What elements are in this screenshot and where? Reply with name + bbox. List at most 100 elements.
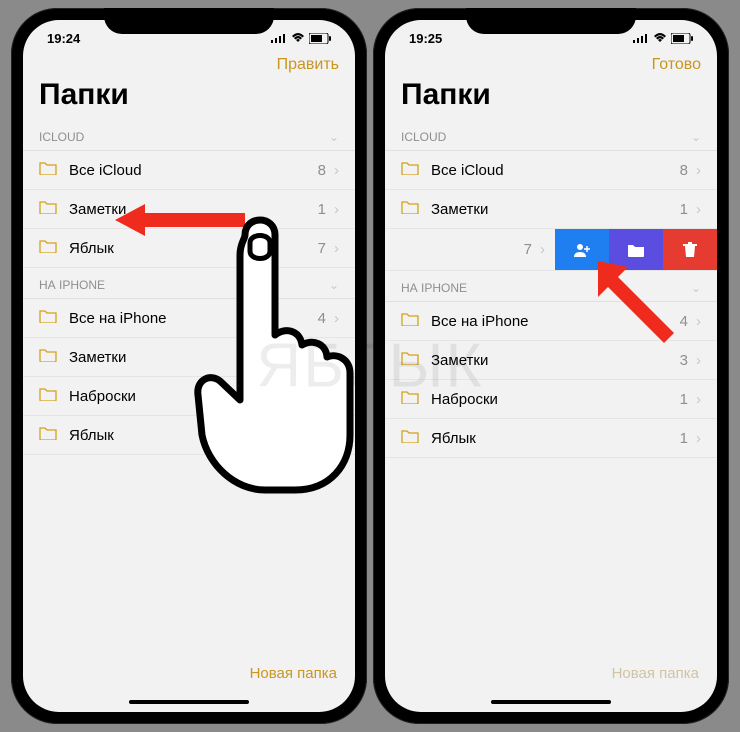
wifi-icon xyxy=(291,33,305,43)
chevron-right-icon: › xyxy=(334,349,339,366)
status-icons xyxy=(633,33,693,44)
folder-row[interactable]: Наброски 1 › xyxy=(385,380,717,419)
trash-icon xyxy=(683,242,697,258)
section-label: НА IPHONE xyxy=(39,278,105,292)
edit-button[interactable]: Править xyxy=(277,56,339,74)
section-header-icloud[interactable]: ICLOUD ⌄ xyxy=(23,120,355,151)
chevron-right-icon: › xyxy=(540,241,545,258)
notch xyxy=(104,8,274,34)
section-header-iphone[interactable]: НА IPHONE ⌄ xyxy=(23,268,355,299)
status-time: 19:25 xyxy=(409,31,442,46)
notch xyxy=(466,8,636,34)
folder-count: 7 xyxy=(318,240,326,257)
folder-row[interactable]: Наброски 1 › xyxy=(23,377,355,416)
folder-count: 1 xyxy=(318,388,326,405)
folder-row[interactable]: Яблык 1 › xyxy=(385,419,717,458)
folder-count: 1 xyxy=(680,391,688,408)
phone-left: 19:24 Править Папки ICLOUD ⌄ Все iCloud xyxy=(11,8,367,724)
folder-icon xyxy=(39,161,57,179)
chevron-down-icon: ⌄ xyxy=(691,281,701,295)
chevron-right-icon: › xyxy=(334,240,339,257)
folder-icon xyxy=(627,243,645,257)
folder-row[interactable]: Заметки 3 › xyxy=(385,341,717,380)
folder-count: 1 xyxy=(318,427,326,444)
folder-icon xyxy=(401,429,419,447)
phone-right: 19:25 Готово Папки ICLOUD ⌄ Все iCloud xyxy=(373,8,729,724)
section-header-iphone[interactable]: НА IPHONE ⌄ xyxy=(385,271,717,302)
folder-icon xyxy=(39,348,57,366)
folder-row[interactable]: Заметки 1 › xyxy=(23,190,355,229)
folder-count: 1 xyxy=(680,430,688,447)
folder-icon xyxy=(39,309,57,327)
folder-label: Заметки xyxy=(69,201,318,218)
folder-icon xyxy=(39,239,57,257)
section-label: ICLOUD xyxy=(401,130,446,144)
folder-row[interactable]: Яблык 7 › xyxy=(23,229,355,268)
folder-count: 7 xyxy=(524,241,532,258)
folder-label: Заметки xyxy=(69,349,318,366)
new-folder-button[interactable]: Новая папка xyxy=(250,665,337,682)
folder-icon xyxy=(401,351,419,369)
chevron-right-icon: › xyxy=(334,427,339,444)
folder-label: Яблык xyxy=(431,430,680,447)
folder-label: Наброски xyxy=(431,391,680,408)
chevron-right-icon: › xyxy=(696,391,701,408)
wifi-icon xyxy=(653,33,667,43)
done-button[interactable]: Готово xyxy=(652,56,701,74)
swipe-action-delete[interactable] xyxy=(663,229,717,270)
folder-icon xyxy=(401,200,419,218)
swipe-action-share[interactable] xyxy=(555,229,609,270)
bottom-bar: Новая папка xyxy=(23,651,355,712)
folder-count: 1 xyxy=(680,201,688,218)
section-label: ICLOUD xyxy=(39,130,84,144)
folder-row[interactable]: Заметки 1 › xyxy=(385,190,717,229)
folder-icon xyxy=(39,426,57,444)
folder-icon xyxy=(39,200,57,218)
folder-label: Все iCloud xyxy=(69,162,318,179)
new-folder-button: Новая папка xyxy=(612,665,699,682)
folder-label: Все на iPhone xyxy=(431,313,680,330)
home-indicator xyxy=(491,700,611,704)
folder-label: Наброски xyxy=(69,388,318,405)
folder-count: 8 xyxy=(318,162,326,179)
bottom-bar: Новая папка xyxy=(385,651,717,712)
folder-label: Заметки xyxy=(431,352,680,369)
swipe-actions-row: 7 › xyxy=(385,229,717,271)
chevron-right-icon: › xyxy=(334,310,339,327)
page-title: Папки xyxy=(39,78,339,112)
folder-icon xyxy=(401,161,419,179)
signal-icon xyxy=(271,33,287,43)
nav-bar: Готово xyxy=(385,50,717,78)
title-bar: Папки xyxy=(385,78,717,120)
folder-row[interactable]: Яблык 1 › xyxy=(23,416,355,455)
chevron-down-icon: ⌄ xyxy=(329,130,339,144)
section-label: НА IPHONE xyxy=(401,281,467,295)
section-header-icloud[interactable]: ICLOUD ⌄ xyxy=(385,120,717,151)
signal-icon xyxy=(633,33,649,43)
folder-row[interactable]: Все iCloud 8 › xyxy=(23,151,355,190)
folder-row[interactable]: Заметки 1 › xyxy=(23,338,355,377)
status-icons xyxy=(271,33,331,44)
folder-label: Все на iPhone xyxy=(69,310,318,327)
chevron-down-icon: ⌄ xyxy=(691,130,701,144)
chevron-right-icon: › xyxy=(334,201,339,218)
screen-left: 19:24 Править Папки ICLOUD ⌄ Все iCloud xyxy=(23,20,355,712)
chevron-right-icon: › xyxy=(334,162,339,179)
folder-row[interactable]: Все на iPhone 4 › xyxy=(385,302,717,341)
title-bar: Папки xyxy=(23,78,355,120)
folder-count: 4 xyxy=(680,313,688,330)
swipe-row-remainder[interactable]: 7 › xyxy=(385,229,555,270)
folder-count: 1 xyxy=(318,201,326,218)
chevron-right-icon: › xyxy=(696,162,701,179)
nav-bar: Править xyxy=(23,50,355,78)
chevron-right-icon: › xyxy=(696,430,701,447)
swipe-action-move[interactable] xyxy=(609,229,663,270)
chevron-down-icon: ⌄ xyxy=(329,278,339,292)
folder-label: Заметки xyxy=(431,201,680,218)
folder-icon xyxy=(401,390,419,408)
folder-count: 3 xyxy=(680,352,688,369)
folder-row[interactable]: Все на iPhone 4 › xyxy=(23,299,355,338)
page-title: Папки xyxy=(401,78,701,112)
folder-row[interactable]: Все iCloud 8 › xyxy=(385,151,717,190)
chevron-right-icon: › xyxy=(696,313,701,330)
